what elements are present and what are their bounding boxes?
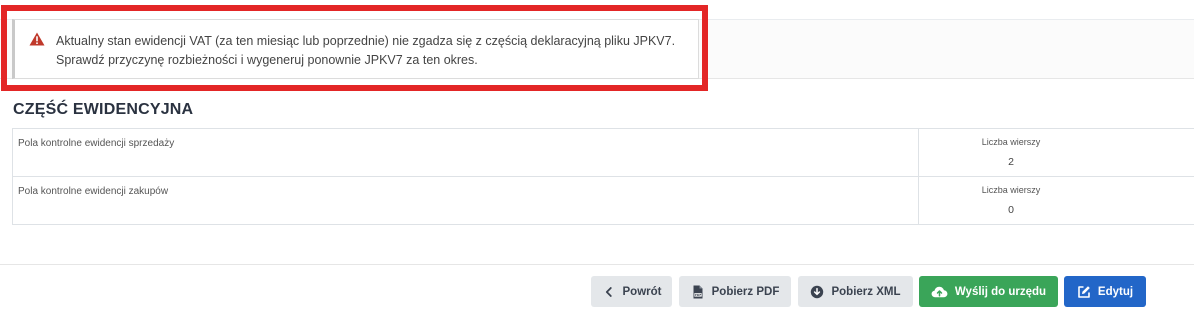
send-to-office-button[interactable]: Wyślij do urzędu xyxy=(919,276,1058,307)
alert-message: Aktualny stan ewidencji VAT (za ten mies… xyxy=(56,32,675,70)
row-count-header: Liczba wierszy xyxy=(981,137,1041,147)
edit-button[interactable]: Edytuj xyxy=(1064,276,1146,307)
warning-triangle-icon xyxy=(29,32,45,46)
alert-message-line-2: Sprawdź przyczynę rozbieżności i wygener… xyxy=(56,53,478,67)
back-button-label: Powrót xyxy=(622,285,662,298)
row-count-cell: Liczba wierszy 2 xyxy=(919,129,1194,176)
download-pdf-label: Pobierz PDF xyxy=(711,285,780,298)
row-count-value: 0 xyxy=(1008,204,1014,216)
row-count-cell: Liczba wierszy 0 xyxy=(919,177,1194,224)
download-pdf-button[interactable]: PDF Pobierz PDF xyxy=(679,276,791,307)
section-title: CZĘŚĆ EWIDENCYJNA xyxy=(13,101,194,118)
row-label: Pola kontrolne ewidencji zakupów xyxy=(13,177,919,224)
footer-divider xyxy=(0,264,1194,265)
edit-icon xyxy=(1077,285,1091,299)
table-row: Pola kontrolne ewidencji zakupów Liczba … xyxy=(13,177,1194,225)
send-to-office-label: Wyślij do urzędu xyxy=(954,285,1047,298)
download-xml-label: Pobierz XML xyxy=(831,285,901,298)
table-row: Pola kontrolne ewidencji sprzedaży Liczb… xyxy=(13,129,1194,177)
svg-text:PDF: PDF xyxy=(694,293,701,297)
row-count-value: 2 xyxy=(1008,156,1014,168)
download-circle-icon xyxy=(810,285,824,299)
cloud-upload-icon xyxy=(931,285,948,299)
row-count-header: Liczba wierszy xyxy=(981,185,1041,195)
edit-button-label: Edytuj xyxy=(1097,285,1134,298)
vat-mismatch-alert: Aktualny stan ewidencji VAT (za ten mies… xyxy=(12,19,699,79)
download-xml-button[interactable]: Pobierz XML xyxy=(798,276,913,307)
chevron-left-icon xyxy=(602,285,616,299)
pdf-file-icon: PDF xyxy=(691,285,705,299)
evidence-control-table: Pola kontrolne ewidencji sprzedaży Liczb… xyxy=(12,128,1194,225)
back-button[interactable]: Powrót xyxy=(591,276,672,307)
row-label: Pola kontrolne ewidencji sprzedaży xyxy=(13,129,919,176)
alert-message-line-1: Aktualny stan ewidencji VAT (za ten mies… xyxy=(56,34,676,48)
